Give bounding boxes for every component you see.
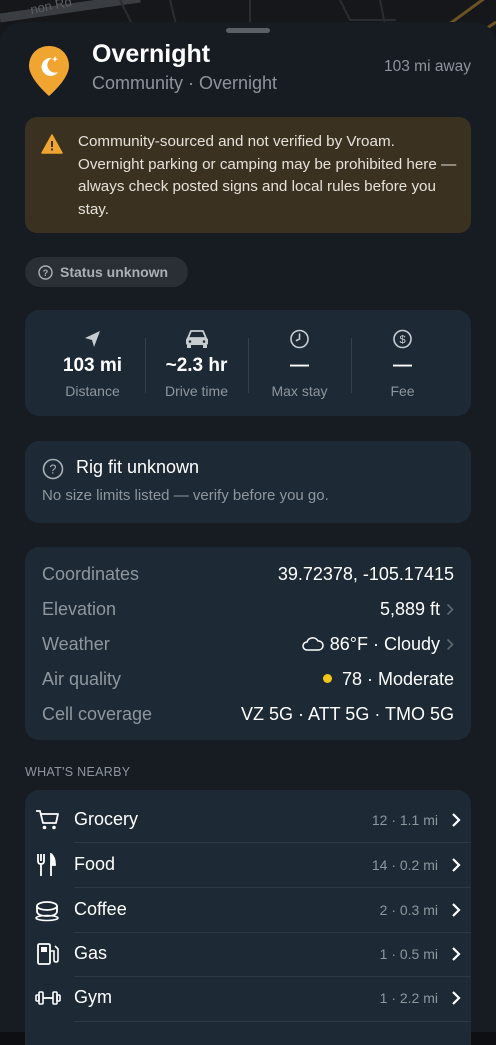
nearby-meta: 1 · 0.5 mi <box>379 946 438 962</box>
distance-away: 103 mi away <box>383 58 471 75</box>
detail-value: 39.72378, -105.17415 <box>277 564 454 584</box>
detail-row-weather[interactable]: Weather 86°F · Cloudy <box>42 630 454 660</box>
nearby-label: Coffee <box>74 899 127 919</box>
warning-text: Community-sourced and not verified by Vr… <box>78 133 457 218</box>
nearby-label: Food <box>74 854 116 874</box>
stat-value: — <box>290 355 309 376</box>
nearby-heading: WHAT'S NEARBY <box>25 765 131 779</box>
cart-icon <box>36 810 59 830</box>
chevron-right-icon <box>452 903 461 917</box>
stat-value: — <box>393 355 412 376</box>
stat-value: 103 mi <box>62 355 123 376</box>
place-subtitle: Community · Overnight <box>92 73 278 93</box>
detail-value: 86°F · Cloudy <box>329 634 440 654</box>
detail-value: 78 · Moderate <box>341 669 454 689</box>
status-badge: ? Status unknown <box>25 257 188 287</box>
warning-triangle-icon <box>41 134 63 154</box>
overnight-pin-icon <box>29 46 69 96</box>
detail-value: VZ 5G · ATT 5G · TMO 5G <box>240 704 454 724</box>
chevron-right-icon <box>452 813 461 827</box>
chevron-right-icon <box>452 991 461 1005</box>
svg-text:?: ? <box>43 268 49 278</box>
svg-text:?: ? <box>50 463 57 477</box>
nearby-item-gym[interactable]: Gym 1 · 2.2 mi <box>25 976 471 1020</box>
nearby-item-food[interactable]: Food 14 · 0.2 mi <box>25 843 471 887</box>
detail-value-wrap: 86°F · Cloudy <box>302 634 440 655</box>
detail-row-cell-coverage[interactable]: Cell coverage VZ 5G · ATT 5G · TMO 5G <box>42 700 454 730</box>
chevron-right-icon <box>446 603 454 616</box>
stat-label: Fee <box>390 383 415 399</box>
question-circle-icon: ? <box>38 265 53 280</box>
fork-knife-icon <box>37 853 56 876</box>
detail-value-wrap: 78 · Moderate <box>322 669 454 690</box>
detail-label: Weather <box>42 634 110 654</box>
trip-stats-card: 103 mi Distance ~2.3 hr Drive time — Max <box>25 310 471 416</box>
coffee-cup-icon <box>35 901 59 922</box>
stat-value: ~2.3 hr <box>165 355 228 376</box>
stat-label: Drive time <box>164 383 228 399</box>
clock-icon <box>290 329 309 349</box>
dumbbell-icon <box>35 991 61 1005</box>
detail-label: Air quality <box>42 669 122 689</box>
chevron-right-icon <box>452 947 461 961</box>
unverified-warning-banner: Community-sourced and not verified by Vr… <box>25 117 471 233</box>
nearby-label: Gas <box>74 943 108 963</box>
place-title: Overnight <box>92 40 211 68</box>
fuel-pump-icon <box>37 943 59 965</box>
nearby-item-grocery[interactable]: Grocery 12 · 1.1 mi <box>25 798 471 842</box>
stat-max-stay: — Max stay <box>248 310 351 416</box>
rig-fit-card[interactable]: ? Rig fit unknown No size limits listed … <box>25 441 471 523</box>
stat-drive-time: ~2.3 hr Drive time <box>145 310 248 416</box>
place-header: Overnight Community · Overnight 103 mi a… <box>25 40 471 120</box>
detail-label: Elevation <box>42 599 117 619</box>
dollar-icon: $ <box>393 329 412 349</box>
nearby-meta: 2 · 0.3 mi <box>379 902 438 918</box>
sheet-grabber[interactable] <box>226 28 270 33</box>
nearby-list: Grocery 12 · 1.1 mi Food 14 · 0.2 mi Cof… <box>25 790 471 1045</box>
rig-fit-subtitle: No size limits listed — verify before yo… <box>42 487 329 504</box>
nearby-meta: 14 · 0.2 mi <box>371 857 438 873</box>
air-quality-dot <box>322 674 332 683</box>
question-circle-icon: ? <box>42 458 64 480</box>
nearby-meta: 1 · 2.2 mi <box>379 990 438 1006</box>
detail-label: Cell coverage <box>42 704 153 724</box>
car-icon <box>186 330 208 348</box>
stat-fee: $ — Fee <box>351 310 454 416</box>
nearby-item-coffee[interactable]: Coffee 2 · 0.3 mi <box>25 888 471 932</box>
chevron-right-icon <box>452 858 461 872</box>
svg-text:$: $ <box>399 334 405 346</box>
detail-label: Coordinates <box>42 564 140 584</box>
nearby-item-gas[interactable]: Gas 1 · 0.5 mi <box>25 932 471 976</box>
stat-label: Max stay <box>271 383 328 399</box>
stat-label: Distance <box>65 383 120 399</box>
detail-value: 5,889 ft <box>379 599 440 619</box>
detail-row-coordinates[interactable]: Coordinates 39.72378, -105.17415 <box>42 560 454 590</box>
divider <box>74 1021 471 1022</box>
nearby-label: Gym <box>74 987 112 1007</box>
nearby-label: Grocery <box>74 809 139 829</box>
detail-row-air-quality[interactable]: Air quality 78 · Moderate <box>42 665 454 695</box>
navigation-arrow-icon <box>85 331 100 347</box>
rig-fit-title: Rig fit unknown <box>76 457 200 477</box>
cloud-icon <box>302 637 324 651</box>
nearby-meta: 12 · 1.1 mi <box>371 812 438 828</box>
stat-distance: 103 mi Distance <box>41 310 144 416</box>
status-label: Status unknown <box>60 264 169 280</box>
chevron-right-icon <box>446 638 454 651</box>
place-detail-sheet: Overnight Community · Overnight 103 mi a… <box>0 22 496 1045</box>
place-details-card: Coordinates 39.72378, -105.17415 Elevati… <box>25 547 471 740</box>
detail-row-elevation[interactable]: Elevation 5,889 ft <box>42 595 454 625</box>
